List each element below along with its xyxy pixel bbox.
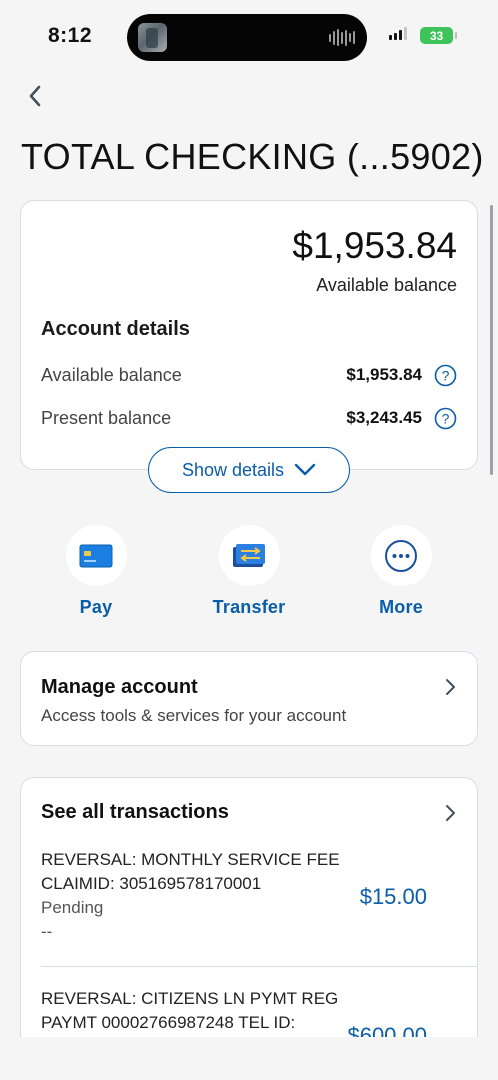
transfer-button[interactable]: Transfer — [189, 525, 309, 618]
detail-value: $3,243.45 — [346, 408, 422, 427]
more-icon — [385, 539, 417, 572]
divider — [41, 966, 477, 967]
show-details-label: Show details — [181, 459, 285, 480]
battery-level: 33 — [429, 28, 444, 43]
more-icon-circle — [370, 525, 432, 586]
chevron-left-icon — [29, 85, 41, 107]
manage-account-subtitle: Access tools & services for your account — [41, 706, 347, 725]
battery-icon: 33 — [420, 27, 457, 44]
transaction-row[interactable]: REVERSAL: MONTHLY SERVICE FEE CLAIMID: 3… — [41, 848, 477, 948]
transaction-amount: $15.00 — [359, 884, 427, 909]
detail-value: $1,953.84 — [346, 365, 422, 384]
back-button[interactable] — [20, 82, 50, 110]
transaction-description: REVERSAL: MONTHLY SERVICE FEE — [41, 850, 340, 869]
page-title: TOTAL CHECKING (...5902) — [21, 136, 484, 177]
manage-account-card[interactable]: Manage account Access tools & services f… — [20, 651, 478, 746]
transactions-card: See all transactions REVERSAL: MONTHLY S… — [20, 777, 478, 1057]
pay-button[interactable]: Pay — [36, 525, 156, 618]
svg-text:?: ? — [442, 410, 450, 426]
available-balance-amount: $1,953.84 — [292, 225, 457, 266]
status-time: 8:12 — [48, 24, 93, 47]
dynamic-island[interactable] — [127, 14, 367, 61]
transfer-icon-circle — [218, 525, 280, 586]
pay-label: Pay — [79, 597, 113, 617]
see-all-transactions-link[interactable]: See all transactions — [41, 801, 229, 824]
transfer-icon — [233, 543, 265, 567]
bottom-fade — [0, 1037, 498, 1080]
pay-icon-circle — [65, 525, 127, 586]
detail-row-available: Available balance $1,953.84 ? — [41, 361, 457, 389]
more-button[interactable]: More — [341, 525, 461, 618]
status-bar: 8:12 33 — [0, 0, 498, 72]
transaction-extra: -- — [41, 922, 53, 941]
available-balance-label: Available balance — [316, 275, 457, 295]
help-icon[interactable]: ? — [434, 407, 457, 430]
show-details-button[interactable]: Show details — [148, 447, 350, 493]
scrollbar[interactable] — [490, 205, 493, 475]
svg-text:?: ? — [442, 367, 450, 383]
transfer-label: Transfer — [212, 597, 286, 617]
media-thumbnail — [138, 23, 167, 52]
more-label: More — [379, 597, 423, 617]
account-details-heading: Account details — [41, 318, 190, 340]
detail-row-present: Present balance $3,243.45 ? — [41, 404, 457, 432]
balance-card: $1,953.84 Available balance Account deta… — [20, 200, 478, 470]
transaction-description: REVERSAL: CITIZENS LN PYMT REG — [41, 989, 339, 1008]
audio-waveform-icon — [329, 29, 355, 46]
detail-label: Available balance — [41, 364, 182, 385]
chevron-right-icon — [446, 679, 455, 695]
manage-account-title: Manage account — [41, 676, 198, 698]
cellular-signal-icon — [389, 27, 407, 40]
chevron-down-icon — [294, 463, 316, 476]
help-icon[interactable]: ? — [434, 364, 457, 387]
card-icon — [79, 544, 113, 567]
chevron-right-icon[interactable] — [443, 804, 457, 822]
detail-label: Present balance — [41, 407, 172, 428]
